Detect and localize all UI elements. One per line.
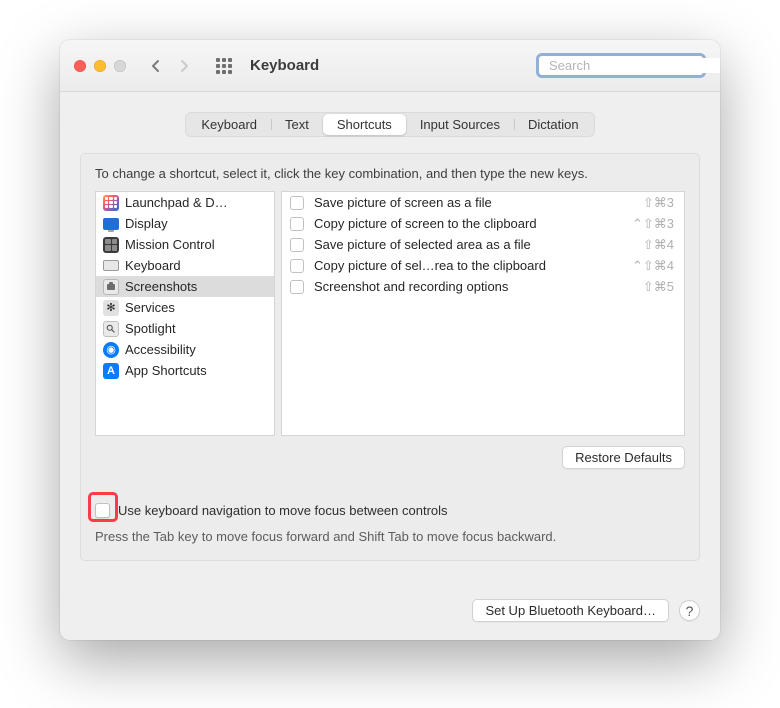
shortcut-row[interactable]: Screenshot and recording options ⇧⌘5 [282,276,684,297]
category-spotlight[interactable]: Spotlight [96,318,274,339]
close-icon[interactable] [74,60,86,72]
category-gear[interactable]: ✻ Services [96,297,274,318]
shortcut-checkbox[interactable] [290,217,304,231]
category-label: Mission Control [125,237,215,252]
keyboard-nav-label: Use keyboard navigation to move focus be… [118,503,448,518]
tab-keyboard[interactable]: Keyboard [187,114,271,135]
tab-bar: KeyboardTextShortcutsInput SourcesDictat… [80,112,700,137]
category-label: Keyboard [125,258,181,273]
shortcut-row[interactable]: Save picture of selected area as a file ⇧… [282,234,684,255]
category-accessibility[interactable]: ◉ Accessibility [96,339,274,360]
keyboard-nav-section: Use keyboard navigation to move focus be… [95,499,685,544]
category-mission[interactable]: Mission Control [96,234,274,255]
keyboard-nav-checkbox[interactable] [95,503,110,518]
category-label: Screenshots [125,279,197,294]
shortcut-label: Copy picture of screen to the clipboard [314,216,622,231]
shortcut-label: Copy picture of sel…rea to the clipboard [314,258,622,273]
preferences-window: Keyboard KeyboardTextShortcutsInput Sour… [60,40,720,640]
category-keyboard[interactable]: Keyboard [96,255,274,276]
shortcut-checkbox[interactable] [290,280,304,294]
shortcut-keys: ⇧⌘5 [643,279,674,295]
tab-dictation[interactable]: Dictation [514,114,593,135]
shortcut-row[interactable]: Copy picture of sel…rea to the clipboard… [282,255,684,276]
instruction-text: To change a shortcut, select it, click t… [95,166,685,181]
grid-icon [216,58,232,74]
category-screenshot[interactable]: Screenshots [96,276,274,297]
shortcut-keys: ⇧⌘3 [643,195,674,211]
setup-bluetooth-button[interactable]: Set Up Bluetooth Keyboard… [472,599,669,622]
window-title: Keyboard [250,57,319,74]
back-button[interactable] [144,55,168,77]
gear-icon: ✻ [103,300,119,316]
display-icon [103,216,119,232]
minimize-icon[interactable] [94,60,106,72]
shortcut-row[interactable]: Save picture of screen as a file ⇧⌘3 [282,192,684,213]
shortcut-label: Screenshot and recording options [314,279,633,294]
shortcuts-panel: To change a shortcut, select it, click t… [80,153,700,561]
search-input[interactable] [549,58,720,73]
spotlight-icon [103,321,119,337]
window-controls [74,60,126,72]
category-label: Spotlight [125,321,176,336]
accessibility-icon: ◉ [103,342,119,358]
titlebar: Keyboard [60,40,720,92]
nav-buttons [144,55,196,77]
category-launchpad[interactable]: Launchpad & D… [96,192,274,213]
shortcut-checkbox[interactable] [290,238,304,252]
tab-text[interactable]: Text [271,114,323,135]
shortcut-checkbox[interactable] [290,259,304,273]
category-appshortcuts[interactable]: A App Shortcuts [96,360,274,381]
zoom-icon [114,60,126,72]
footer: Set Up Bluetooth Keyboard… ? [60,581,720,640]
tab-shortcuts[interactable]: Shortcuts [323,114,406,135]
shortcut-row[interactable]: Copy picture of screen to the clipboard ⌃… [282,213,684,234]
screenshot-icon [103,279,119,295]
keyboard-icon [103,258,119,274]
shortcut-label: Save picture of selected area as a file [314,237,633,252]
forward-button [172,55,196,77]
category-label: Launchpad & D… [125,195,228,210]
appshortcuts-icon: A [103,363,119,379]
category-label: App Shortcuts [125,363,207,378]
category-label: Display [125,216,168,231]
shortcut-keys: ⌃⇧⌘4 [632,258,674,274]
shortcut-label: Save picture of screen as a file [314,195,633,210]
restore-defaults-button[interactable]: Restore Defaults [562,446,685,469]
help-button[interactable]: ? [679,600,700,621]
shortcut-list[interactable]: Save picture of screen as a file ⇧⌘3 Copy … [281,191,685,436]
shortcut-checkbox[interactable] [290,196,304,210]
shortcut-keys: ⇧⌘4 [643,237,674,253]
shortcut-keys: ⌃⇧⌘3 [632,216,674,232]
launchpad-icon [103,195,119,211]
keyboard-nav-sublabel: Press the Tab key to move focus forward … [95,529,685,544]
search-field[interactable] [536,53,706,78]
category-list[interactable]: Launchpad & D… Display Mission Control Keyb… [95,191,275,436]
category-label: Services [125,300,175,315]
mission-icon [103,237,119,253]
tab-input-sources[interactable]: Input Sources [406,114,514,135]
category-display[interactable]: Display [96,213,274,234]
show-all-button[interactable] [212,55,236,77]
category-label: Accessibility [125,342,196,357]
